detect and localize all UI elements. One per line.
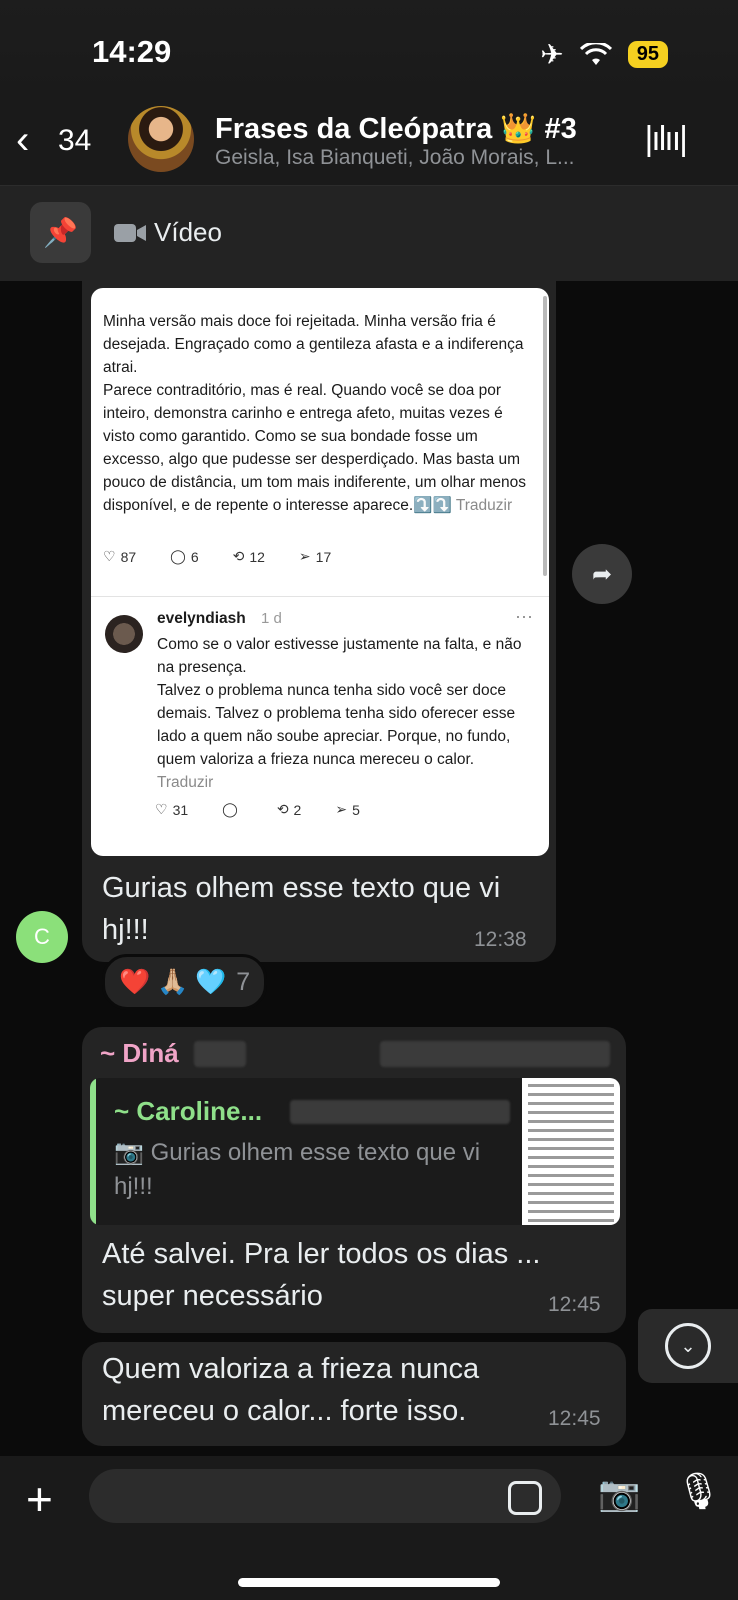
- comment-icon: ◯: [222, 801, 238, 817]
- redacted-phone: [380, 1041, 610, 1067]
- pinned-label: Vídeo: [154, 217, 222, 247]
- quote-sender: ~ Caroline...: [114, 1096, 263, 1126]
- mic-icon[interactable]: 🎙: [676, 1470, 722, 1512]
- reactions-pill[interactable]: ❤️ 🙏🏼 🩵 7: [102, 954, 268, 1010]
- pin-icon[interactable]: 📌: [30, 202, 91, 263]
- audio-wave-icon[interactable]: |ılıı|: [644, 120, 688, 159]
- status-time: 14:29: [92, 34, 172, 69]
- message-text: Quem valoriza a frieza nunca mereceu o c…: [102, 1353, 480, 1427]
- quote-text: 📷 Gurias olhem esse texto que vi hj!!!: [114, 1139, 481, 1200]
- post-text: Minha versão mais doce foi rejeitada. Mi…: [103, 313, 527, 514]
- reaction-emojis: ❤️ 🙏🏼 🩵: [119, 967, 227, 996]
- repost-icon: ⟲: [276, 801, 289, 817]
- scroll-down-button[interactable]: ⌄: [638, 1309, 738, 1383]
- plus-icon[interactable]: +: [26, 1472, 53, 1526]
- forward-icon[interactable]: ➦: [572, 544, 632, 604]
- more-icon: ···: [515, 606, 533, 626]
- redacted-name: [194, 1041, 246, 1067]
- status-icons: ✈ 95: [540, 38, 668, 71]
- redacted-phone: [290, 1100, 510, 1124]
- wifi-icon: [579, 42, 612, 65]
- comment-icon: ◯: [170, 548, 186, 564]
- chat-subtitle[interactable]: Geisla, Isa Bianqueti, João Morais, L...: [215, 146, 575, 170]
- reply-username: evelyndiash: [157, 610, 246, 627]
- heart-icon: ♡: [103, 548, 116, 564]
- home-indicator: [238, 1578, 500, 1587]
- repost-icon: ⟲: [232, 548, 245, 564]
- message-input[interactable]: [89, 1469, 561, 1523]
- sticker-icon[interactable]: [508, 1481, 542, 1515]
- image-scrollbar: [543, 296, 547, 576]
- group-avatar[interactable]: [128, 106, 194, 172]
- avatar[interactable]: C: [16, 911, 68, 963]
- battery-icon: 95: [627, 41, 668, 68]
- avatar: [105, 615, 143, 653]
- camera-icon[interactable]: 📷: [598, 1474, 640, 1514]
- quote-accent-bar: [90, 1078, 96, 1225]
- shared-image[interactable]: Minha versão mais doce foi rejeitada. Mi…: [91, 288, 549, 856]
- share-icon: ➢: [298, 548, 311, 564]
- message-time: 12:45: [548, 1407, 601, 1430]
- pinned-bar[interactable]: [0, 185, 738, 281]
- message-text: Até salvei. Pra ler todos os dias ... su…: [102, 1238, 541, 1312]
- quoted-message[interactable]: ~ Caroline... 📷 Gurias olhem esse texto …: [90, 1078, 620, 1225]
- translate-link: Traduzir: [455, 497, 513, 514]
- unread-count[interactable]: 34: [58, 124, 91, 158]
- camera-small-icon: 📷: [114, 1139, 144, 1166]
- back-chevron-icon[interactable]: ‹: [16, 118, 29, 163]
- video-icon: [114, 223, 146, 242]
- reply-time: 1 d: [261, 610, 282, 627]
- pinned-message[interactable]: Vídeo: [114, 217, 222, 248]
- reply-text: Como se o valor estivesse justamente na …: [157, 636, 522, 791]
- reaction-count: 7: [236, 967, 251, 996]
- reply-stats: ♡ 31 ◯ ⟲ 2 ➢ 5: [155, 801, 360, 818]
- quote-thumbnail: [522, 1078, 620, 1225]
- share-icon: ➢: [335, 801, 348, 817]
- post-stats: ♡ 87 ◯ 6 ⟲ 12 ➢ 17: [103, 548, 332, 565]
- message-time: 12:38: [474, 928, 527, 951]
- airplane-icon: ✈: [540, 39, 564, 70]
- heart-icon: ♡: [155, 801, 168, 817]
- chat-title[interactable]: Frases da Cleópatra 👑 #3: [215, 112, 577, 146]
- sender-name[interactable]: ~ Diná: [100, 1038, 179, 1069]
- divider: [91, 596, 549, 597]
- message-time: 12:45: [548, 1293, 601, 1316]
- chevron-down-icon: ⌄: [665, 1323, 711, 1369]
